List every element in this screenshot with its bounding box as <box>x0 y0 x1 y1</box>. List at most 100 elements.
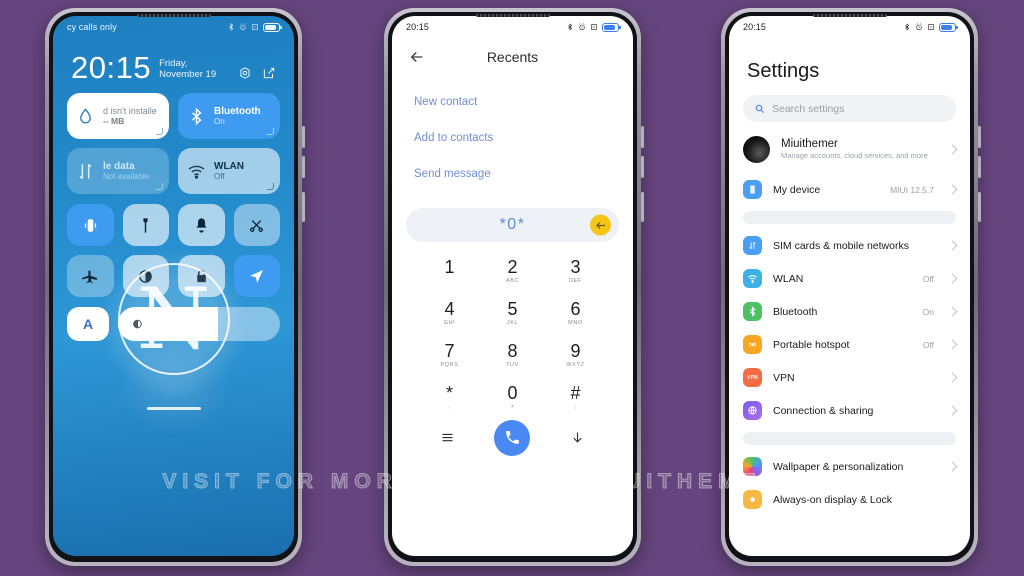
list-separator <box>743 432 956 445</box>
tile-sub: Not available <box>103 172 150 181</box>
tile-title: WLAN <box>214 161 244 172</box>
scissors-icon <box>250 219 264 232</box>
settings-row-vpn[interactable]: VPN VPN <box>729 361 970 394</box>
toggle-screenshot[interactable] <box>233 204 280 246</box>
settings-row-portable-hotspot[interactable]: Portable hotspot Off <box>729 328 970 361</box>
key-letters: ABC <box>505 277 520 284</box>
key-hash[interactable]: #; <box>544 380 607 414</box>
dial-input[interactable]: *0* <box>406 208 619 242</box>
alarm-icon <box>240 23 246 30</box>
brightness-slider[interactable] <box>118 307 280 341</box>
settings-row-sim-cards[interactable]: SIM cards & mobile networks <box>729 229 970 262</box>
key-number: * <box>445 382 453 403</box>
backspace-button[interactable] <box>590 214 611 236</box>
key-4[interactable]: 4 GHI <box>418 296 481 330</box>
down-arrow-icon[interactable] <box>570 430 585 445</box>
expand-corner-icon[interactable] <box>267 128 274 135</box>
toggle-airplane-mode[interactable] <box>67 255 114 297</box>
brightness-icon <box>133 319 142 329</box>
page-title: Recents <box>486 49 539 65</box>
key-3[interactable]: 3 DEF <box>544 254 607 288</box>
battery-icon <box>263 22 282 32</box>
alarm-icon <box>916 23 922 30</box>
tile-title: d isn't installe <box>103 106 157 116</box>
menu-icon[interactable] <box>440 430 455 445</box>
new-contact-link[interactable]: New contact <box>414 84 611 120</box>
settings-row-always-on-display[interactable]: Always-on display & Lock <box>729 483 970 516</box>
phone-dialer: 20:15 Recents New contact Add to contact… <box>384 8 644 566</box>
key-6[interactable]: 6 MNO <box>544 296 607 330</box>
key-0[interactable]: 0 + <box>481 380 544 414</box>
row-value: MIUI 12.5.7 <box>890 184 934 195</box>
home-indicator[interactable] <box>146 407 201 410</box>
chevron-right-icon <box>947 372 958 383</box>
power-button[interactable] <box>641 192 644 222</box>
dialer-header: Recents <box>392 38 633 70</box>
volume-down-button[interactable] <box>978 156 981 178</box>
toggle-location[interactable] <box>233 255 280 297</box>
clock-actions <box>238 66 276 83</box>
vpn-icon: VPN <box>743 368 762 387</box>
volume-up-button[interactable] <box>641 126 644 148</box>
page-title: Settings <box>747 60 820 82</box>
clock-time: 20:15 <box>71 50 152 85</box>
toggle-vibrate[interactable] <box>67 204 114 246</box>
settings-row-wallpaper[interactable]: Wallpaper & personalization <box>729 450 970 483</box>
tile-mobile-data[interactable]: le data Not available <box>67 148 169 194</box>
power-button[interactable] <box>978 192 981 222</box>
call-button[interactable] <box>494 419 531 456</box>
key-star[interactable]: *, <box>418 380 481 414</box>
settings-row-connection-sharing[interactable]: Connection & sharing <box>729 394 970 427</box>
tile-title: Bluetooth <box>214 106 261 117</box>
flashlight-icon <box>143 217 148 233</box>
row-label: Always-on display & Lock <box>773 493 893 506</box>
add-to-contacts-link[interactable]: Add to contacts <box>414 120 611 156</box>
settings-row-my-device[interactable]: My device MIUI 12.5.7 <box>729 173 970 206</box>
camera-icon[interactable] <box>238 66 252 80</box>
bluetooth-icon <box>743 302 762 321</box>
palette-icon <box>743 457 762 476</box>
settings-row-wlan[interactable]: WLAN Off <box>729 262 970 295</box>
dnd-icon <box>928 24 934 30</box>
volume-down-button[interactable] <box>641 156 644 178</box>
key-1[interactable]: 1 <box>418 254 481 288</box>
settings-row-account[interactable]: Miuithemer Manage accounts, cloud servic… <box>729 126 970 173</box>
key-9[interactable]: 9 WXYZ <box>544 338 607 372</box>
chevron-right-icon <box>947 339 958 350</box>
airplane-icon <box>81 269 97 284</box>
send-message-link[interactable]: Send message <box>414 156 611 192</box>
toggle-ringer[interactable] <box>178 204 225 246</box>
chevron-right-icon <box>947 461 958 472</box>
bell-icon <box>196 217 207 233</box>
brightness-row: A <box>53 297 294 341</box>
volume-up-button[interactable] <box>302 126 305 148</box>
power-button[interactable] <box>302 192 305 222</box>
key-letters: ; <box>574 403 577 410</box>
expand-corner-icon[interactable] <box>156 183 163 190</box>
auto-brightness-button[interactable]: A <box>67 307 109 341</box>
tile-sd-card[interactable]: d isn't installe -- MB <box>67 93 169 139</box>
status-time: 20:15 <box>743 22 767 32</box>
toggle-dark-mode[interactable] <box>122 255 169 297</box>
tile-bluetooth[interactable]: Bluetooth On <box>178 93 280 139</box>
volume-up-button[interactable] <box>978 126 981 148</box>
phone-device-icon <box>743 180 762 199</box>
aod-icon <box>743 490 762 509</box>
expand-corner-icon[interactable] <box>267 183 274 190</box>
edit-icon[interactable] <box>262 66 276 80</box>
key-5[interactable]: 5 JKL <box>481 296 544 330</box>
volume-down-button[interactable] <box>302 156 305 178</box>
tile-sub: -- MB <box>103 116 125 126</box>
settings-list: Miuithemer Manage accounts, cloud servic… <box>729 126 970 516</box>
search-input[interactable]: Search settings <box>743 95 956 122</box>
key-2[interactable]: 2 ABC <box>481 254 544 288</box>
key-8[interactable]: 8 TUV <box>481 338 544 372</box>
chevron-right-icon <box>947 273 958 284</box>
key-7[interactable]: 7 PQRS <box>418 338 481 372</box>
expand-corner-icon[interactable] <box>156 128 163 135</box>
toggle-flashlight[interactable] <box>122 204 169 246</box>
tile-wlan[interactable]: WLAN Off <box>178 148 280 194</box>
toggle-screen-lock[interactable] <box>178 255 225 297</box>
settings-row-bluetooth[interactable]: Bluetooth On <box>729 295 970 328</box>
bluetooth-icon <box>229 23 234 31</box>
